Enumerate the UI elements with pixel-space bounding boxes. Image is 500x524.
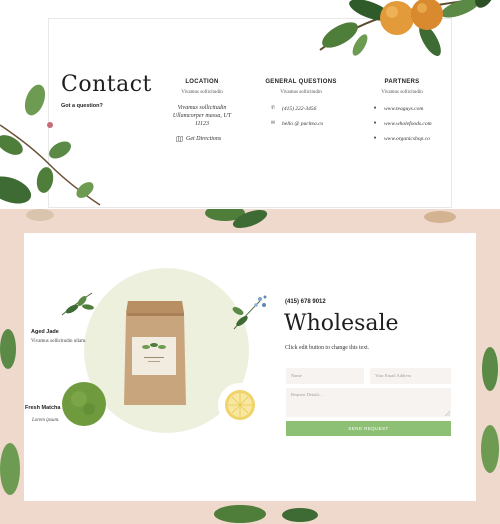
partners-column: PARTNERS Vivamus sollicitudin (364, 79, 440, 95)
orange-branch-illustration (319, 0, 495, 56)
general-subheading: Vivamus sollicitudin (280, 90, 322, 95)
aged-jade-title: Aged Jade (31, 329, 59, 335)
general-heading: GENERAL QUESTIONS (265, 79, 337, 85)
aged-jade-desc: Vivamus sollicitudin ullam. (31, 339, 87, 344)
aged-jade-leaf-illustration (61, 292, 94, 316)
fresh-matcha-title: Fresh Matcha (25, 405, 61, 411)
textarea-resize-handle[interactable] (444, 410, 451, 417)
matcha-powder-image (62, 382, 106, 426)
envelope-icon: ✉ (270, 121, 276, 126)
send-request-button[interactable]: SEND REQUEST (286, 421, 451, 436)
contact-subtitle: Got a question? (61, 103, 103, 109)
location-heading: LOCATION (185, 79, 219, 85)
email-input[interactable]: Your Email Address (370, 368, 451, 384)
phone-icon: ✆ (270, 106, 276, 111)
wholesale-text: Click edit button to change this text. (285, 345, 370, 351)
location-pin-icon: ● (373, 106, 377, 111)
phone-link[interactable]: ✆ (415) 222-3456 (270, 106, 316, 112)
partner-link[interactable]: ● www.organicshop.co (372, 136, 430, 142)
address-line: 11123 (194, 121, 210, 127)
lemon-slice-image (225, 390, 255, 420)
details-textarea[interactable]: Request Details... (286, 388, 451, 417)
tea-bag-image (124, 301, 186, 405)
partner-link-label: www.organicshop.co (384, 136, 430, 142)
wholesale-title: Wholesale (284, 311, 399, 336)
email-link[interactable]: ✉ hello @ puritea.co (270, 121, 323, 127)
wholesale-phone: (415) 678 9012 (285, 299, 326, 305)
general-questions-column: GENERAL QUESTIONS Vivamus sollicitudin (262, 79, 340, 95)
wholesale-section: Aged Jade Vivamus sollicitudin ullam. Fr… (0, 209, 500, 524)
partner-link[interactable]: ● www.teaguys.com (372, 106, 423, 112)
partners-subheading: Vivamus sollicitudin (381, 90, 423, 95)
wholesale-panel: Aged Jade Vivamus sollicitudin ullam. Fr… (24, 233, 476, 501)
name-input[interactable]: Name (286, 368, 364, 384)
partners-heading: PARTNERS (384, 79, 420, 85)
contact-section: Contact Got a question? LOCATION Vivamus… (0, 0, 500, 209)
location-pin-icon: ● (373, 136, 377, 141)
partner-link[interactable]: ● www.wholefoods.com (372, 121, 432, 127)
flower-sprig-illustration (232, 295, 267, 330)
partner-link-label: www.teaguys.com (384, 106, 424, 112)
address: Vivamus sollicitudin Ullamcorper massa, … (166, 104, 238, 128)
get-directions-label: Get Directions (186, 136, 222, 142)
contact-title: Contact (61, 72, 152, 97)
address-line: Vivamus sollicitudin (177, 105, 227, 111)
address-line: Ullamcorper massa, UT (172, 113, 232, 119)
phone-number: (415) 222-3456 (282, 106, 317, 112)
location-pin-icon: ● (373, 121, 377, 126)
location-subheading: Vivamus sollicitudin (181, 90, 223, 95)
map-icon (176, 135, 183, 143)
fresh-matcha-desc: Lorem ipsum. (32, 418, 60, 423)
location-column: LOCATION Vivamus sollicitudin (166, 79, 238, 95)
email-address: hello @ puritea.co (282, 121, 324, 127)
get-directions-link[interactable]: Get Directions (176, 135, 222, 143)
partner-link-label: www.wholefoods.com (384, 121, 432, 127)
